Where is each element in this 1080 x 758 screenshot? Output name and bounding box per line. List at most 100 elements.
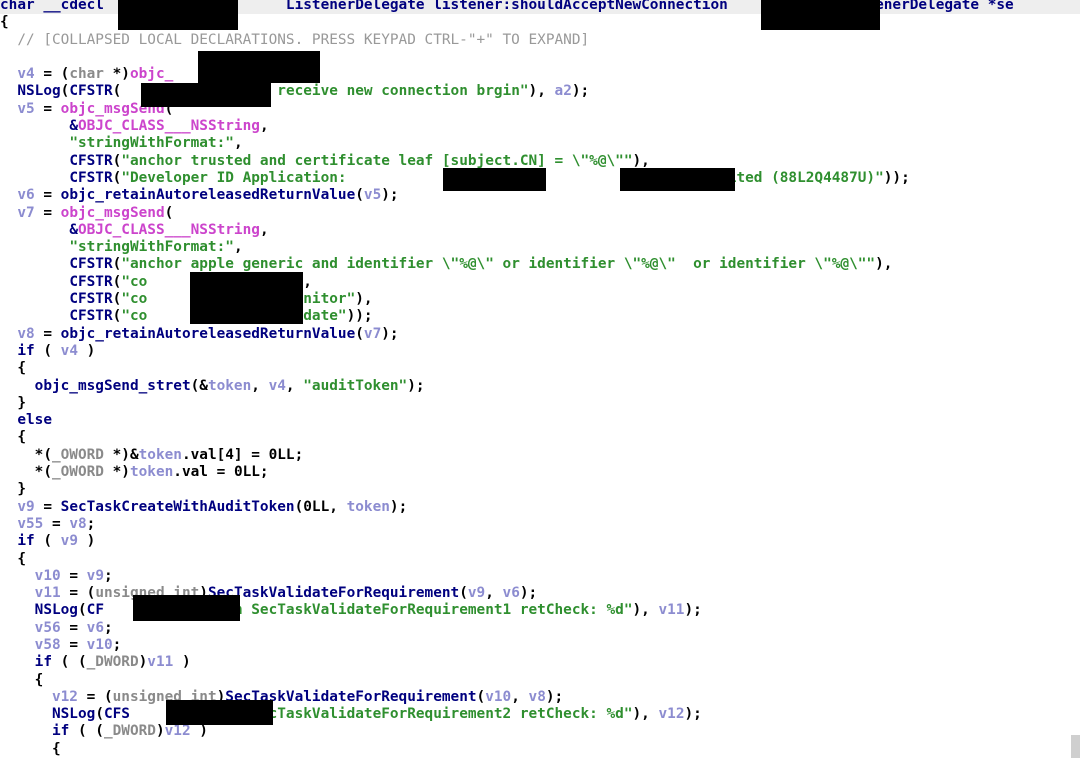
code-token: CF [86, 602, 104, 619]
code-token: ), [632, 706, 659, 723]
code-token: *) [103, 464, 130, 481]
code-line[interactable]: NSLog(CFS mon SecTaskValidateForRequirem… [0, 706, 1080, 723]
code-line[interactable]: v4 = (char *)objc_ [0, 66, 1080, 83]
code-line[interactable]: if ( v4 ) [0, 343, 1080, 360]
code-line[interactable]: CFSTR("anchor apple generic and identifi… [0, 256, 1080, 273]
code-token: v6 [17, 187, 35, 204]
code-token: ; [86, 515, 96, 532]
code-token: ; [103, 619, 113, 636]
code-line[interactable]: v10 = v9; [0, 568, 1080, 585]
code-line[interactable]: else [0, 412, 1080, 429]
code-line[interactable]: } [0, 395, 1080, 412]
code-line[interactable]: CFSTR("co monMonitor"), [0, 291, 1080, 308]
code-line[interactable]: { [0, 741, 1080, 758]
pseudocode-view[interactable]: char __cdecl ListenerDelegate listener:s… [0, 0, 1080, 758]
code-line[interactable]: v12 = (unsigned int)SecTaskValidateForRe… [0, 689, 1080, 706]
code-token: = ( [34, 66, 70, 83]
code-token: v56 [34, 619, 61, 636]
code-line[interactable]: { [0, 360, 1080, 377]
code-token: v8 [69, 515, 87, 532]
code-line[interactable]: &OBJC_CLASS___NSString, [0, 118, 1080, 135]
code-line[interactable]: objc_msgSend_stret(&token, v4, "auditTok… [0, 378, 1080, 395]
code-token: _DWORD [103, 723, 156, 740]
code-line[interactable]: } [0, 481, 1080, 498]
code-line[interactable]: v9 = SecTaskCreateWithAuditToken(0LL, to… [0, 499, 1080, 516]
redaction-func-name [118, 0, 238, 30]
code-line[interactable]: if ( (_DWORD)v12 ) [0, 723, 1080, 740]
code-line[interactable]: v56 = v6; [0, 620, 1080, 637]
redaction-nslog-prefix-3 [166, 700, 273, 725]
code-line[interactable]: CFSTR("co mon"), [0, 274, 1080, 291]
code-token: CFSTR [69, 169, 113, 186]
code-token: v11 [658, 602, 685, 619]
code-token: ); [389, 498, 408, 515]
code-token: token [207, 377, 252, 394]
code-line[interactable]: "stringWithFormat:", [0, 239, 1080, 256]
code-line[interactable]: *(_OWORD *)token.val = 0LL; [0, 464, 1080, 481]
code-token: { [0, 550, 26, 567]
code-line[interactable]: v58 = v10; [0, 637, 1080, 654]
code-line[interactable]: "stringWithFormat:", [0, 135, 1080, 152]
code-token: = ( [77, 688, 113, 705]
code-token: = [60, 567, 87, 584]
code-token: .val[4] = 0LL; [181, 446, 304, 463]
code-token: ( ( [69, 723, 104, 740]
code-token: ( [77, 602, 87, 619]
code-line[interactable]: { [0, 429, 1080, 446]
code-token: *( [0, 446, 52, 463]
redaction-cfstr-bundle-ids [190, 272, 303, 324]
code-token: ( [112, 152, 122, 169]
code-line[interactable]: if ( (_DWORD)v11 ) [0, 654, 1080, 671]
code-line[interactable]: if ( v9 ) [0, 533, 1080, 550]
code-token: NSLog [17, 83, 61, 100]
code-line[interactable]: { [0, 672, 1080, 689]
code-token: } [0, 394, 26, 411]
code-token: if [17, 342, 35, 359]
code-token: v10 [485, 688, 512, 705]
code-token: v7 [17, 204, 35, 221]
code-token: ); [684, 602, 702, 619]
code-token: , [485, 585, 503, 602]
code-token: _DWORD [86, 654, 139, 671]
code-line[interactable]: v55 = v8; [0, 516, 1080, 533]
code-token: ; [112, 636, 122, 653]
code-line[interactable]: { [0, 551, 1080, 568]
code-line[interactable]: // [COLLAPSED LOCAL DECLARATIONS. PRESS … [0, 32, 1080, 49]
code-token: SecTaskCreateWithAuditToken [60, 498, 295, 515]
code-token: v12 [658, 706, 685, 723]
code-token: "anchor apple generic and identifier \"%… [121, 256, 876, 273]
code-token: "auditToken" [303, 377, 408, 394]
code-line[interactable]: &OBJC_CLASS___NSString, [0, 222, 1080, 239]
scrollbar-nub[interactable] [1071, 735, 1080, 758]
code-token: token [346, 498, 390, 515]
code-listing[interactable]: char __cdecl ListenerDelegate listener:s… [0, 0, 1080, 758]
code-line[interactable]: v7 = objc_msgSend( [0, 205, 1080, 222]
code-token: "anchor trusted and certificate leaf [su… [121, 152, 633, 169]
code-token: objc_retainAutoreleasedReturnValue [60, 325, 356, 342]
code-token: if [51, 723, 70, 740]
code-line[interactable]: v8 = objc_retainAutoreleasedReturnValue(… [0, 326, 1080, 343]
code-token: char [0, 0, 44, 13]
code-token: ( [476, 688, 486, 705]
redaction-dev-id-org-1 [443, 168, 546, 191]
code-token: CFSTR [69, 152, 113, 169]
code-token: OBJC_CLASS___NSString [77, 221, 260, 238]
code-token: ); [407, 377, 425, 394]
code-token: *( [0, 464, 52, 481]
code-token: v9 [17, 498, 35, 515]
code-line[interactable] [0, 49, 1080, 66]
code-token: v9 [60, 533, 78, 550]
code-line[interactable]: CFSTR("co monUpdate")); [0, 308, 1080, 325]
code-token: v12 [164, 723, 191, 740]
code-line[interactable]: *(_OWORD *)&token.val[4] = 0LL; [0, 447, 1080, 464]
